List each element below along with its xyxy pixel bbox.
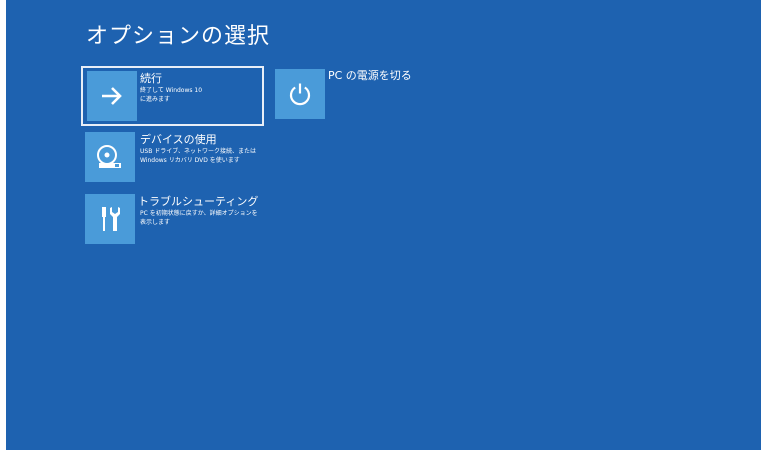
- use-device-tile: [85, 132, 135, 182]
- troubleshoot-desc-line1: PC を初期状態に戻すか、詳細オプションを: [140, 210, 258, 217]
- continue-desc-line1: 終了して Windows 10: [140, 87, 203, 94]
- continue-option[interactable]: 続行 終了して Windows 10 に進みます: [81, 66, 264, 126]
- disc-drive-icon: [97, 145, 121, 168]
- recovery-screen: オプションの選択 続行 終了して Windows 10 に進みます デバイスの使…: [6, 0, 761, 450]
- use-device-option[interactable]: デバイスの使用 USB ドライブ、ネットワーク接続、または Windows リカ…: [85, 132, 265, 184]
- continue-tile: [87, 71, 137, 121]
- troubleshoot-option[interactable]: トラブルシューティング PC を初期状態に戻すか、詳細オプションを 表示します: [85, 194, 265, 246]
- troubleshoot-desc-line2: 表示します: [140, 219, 171, 226]
- troubleshoot-title: トラブルシューティング: [138, 195, 259, 208]
- troubleshoot-tile: [85, 194, 135, 244]
- power-off-tile: [275, 69, 325, 119]
- continue-desc-line2: に進みます: [140, 96, 171, 103]
- power-icon: [289, 83, 311, 106]
- use-device-desc-line1: USB ドライブ、ネットワーク接続、または: [140, 148, 257, 155]
- power-off-title: PC の電源を切る: [328, 69, 412, 82]
- use-device-desc-line2: Windows リカバリ DVD を使います: [140, 157, 240, 164]
- page-title: オプションの選択: [86, 24, 271, 49]
- arrow-right-icon: [102, 87, 122, 105]
- power-off-option[interactable]: PC の電源を切る: [275, 69, 435, 121]
- tools-icon: [102, 207, 120, 231]
- continue-title: 続行: [140, 72, 162, 85]
- use-device-title: デバイスの使用: [140, 133, 217, 146]
